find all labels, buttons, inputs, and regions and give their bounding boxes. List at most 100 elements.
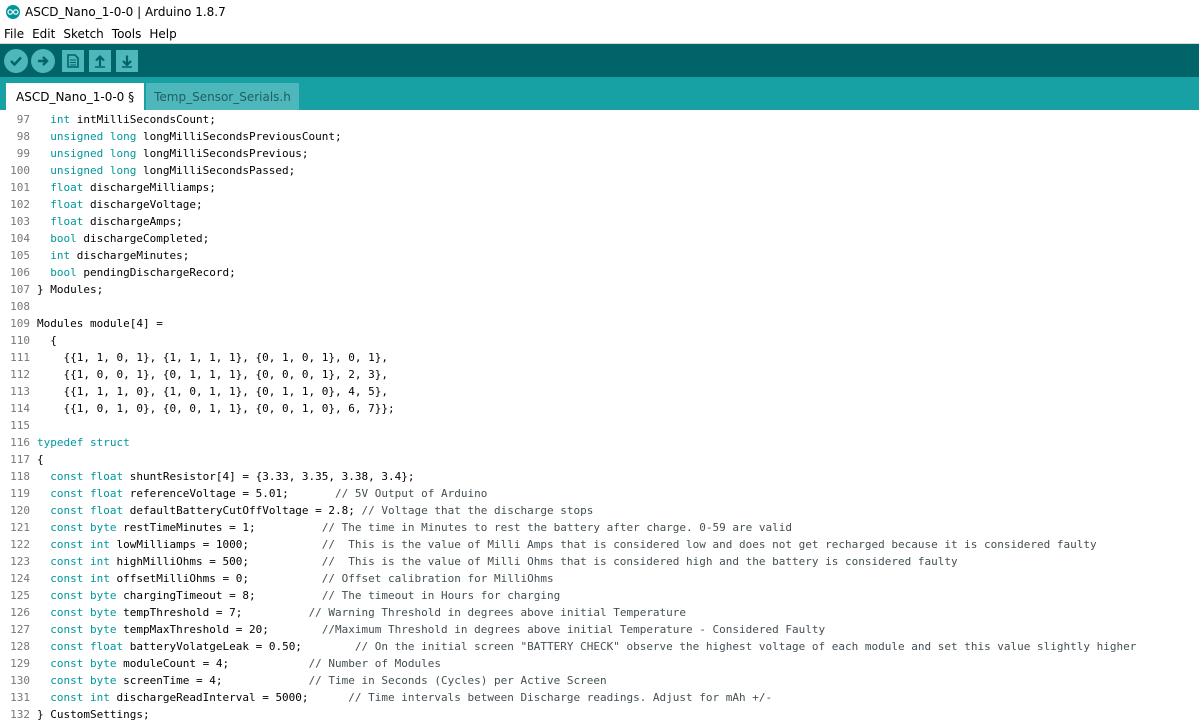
line-number: 101: [10, 181, 30, 194]
menu-tools[interactable]: Tools: [108, 27, 146, 41]
keyword: typedef: [37, 436, 84, 449]
code-line: 100 unsigned long longMilliSecondsPassed…: [0, 162, 1199, 179]
keyword: byte: [90, 606, 117, 619]
menu-bar: File Edit Sketch Tools Help: [0, 24, 1199, 44]
line-number: 124: [10, 572, 30, 585]
keyword: const: [50, 572, 84, 585]
code-line: 128 const float batteryVolatgeLeak = 0.5…: [0, 638, 1199, 655]
code-text: const int lowMilliamps = 1000; // This i…: [50, 538, 1097, 551]
keyword: float: [90, 504, 124, 517]
code-text: const float referenceVoltage = 5.01; // …: [50, 487, 488, 500]
code-text: {{1, 1, 1, 0}, {1, 0, 1, 1}, {0, 1, 1, 0…: [37, 385, 388, 398]
comment: // Time in Seconds (Cycles) per Active S…: [308, 674, 607, 687]
menu-help[interactable]: Help: [145, 27, 180, 41]
keyword: byte: [90, 623, 117, 636]
keyword: float: [50, 215, 84, 228]
line-number: 111: [10, 351, 30, 364]
code-line: 98 unsigned long longMilliSecondsPreviou…: [0, 128, 1199, 145]
line-number: 98: [16, 130, 30, 143]
code-text: const byte restTimeMinutes = 1; // The t…: [50, 521, 793, 534]
menu-sketch[interactable]: Sketch: [59, 27, 107, 41]
toolbar: [0, 44, 1199, 77]
code-text: int dischargeMinutes;: [50, 249, 190, 262]
title-bar: ASCD_Nano_1-0-0 | Arduino 1.8.7: [0, 0, 1199, 24]
open-button[interactable]: [89, 49, 111, 72]
line-number: 125: [10, 589, 30, 602]
code-text: typedef struct: [37, 436, 130, 449]
code-line: 118 const float shuntResistor[4] = {3.33…: [0, 468, 1199, 485]
comment: // This is the value of Milli Amps that …: [321, 538, 1097, 551]
code-line: 127 const byte tempMaxThreshold = 20; //…: [0, 621, 1199, 638]
code-line: 117 {: [0, 451, 1199, 468]
code-editor[interactable]: 97 int intMilliSecondsCount; 98 unsigned …: [0, 111, 1199, 726]
keyword: byte: [90, 521, 117, 534]
line-number: 118: [10, 470, 30, 483]
code-text: float dischargeAmps;: [50, 215, 183, 228]
keyword: const: [50, 606, 84, 619]
code-line: 108: [0, 298, 1199, 315]
tab-temp-sensor-serials[interactable]: Temp_Sensor_Serials.h: [146, 83, 299, 110]
line-number: 127: [10, 623, 30, 636]
keyword: int: [90, 572, 110, 585]
line-number: 121: [10, 521, 30, 534]
keyword: int: [90, 538, 110, 551]
code-line: 131 const int dischargeReadInterval = 50…: [0, 689, 1199, 706]
line-number: 126: [10, 606, 30, 619]
code-line: 102 float dischargeVoltage;: [0, 196, 1199, 213]
code-line: 106 bool pendingDischargeRecord;: [0, 264, 1199, 281]
keyword: bool: [50, 266, 77, 279]
line-number: 130: [10, 674, 30, 687]
keyword: byte: [90, 674, 117, 687]
keyword: const: [50, 555, 84, 568]
comment: // The timeout in Hours for charging: [321, 589, 561, 602]
keyword: const: [50, 691, 84, 704]
verify-button[interactable]: [4, 48, 28, 73]
code-text: float dischargeMilliamps;: [50, 181, 216, 194]
code-text: unsigned long longMilliSecondsPassed;: [50, 164, 296, 177]
line-number: 112: [10, 368, 30, 381]
code-line: 125 const byte chargingTimeout = 8; // T…: [0, 587, 1199, 604]
code-line: 122 const int lowMilliamps = 1000; // Th…: [0, 536, 1199, 553]
line-number: 104: [10, 232, 30, 245]
keyword: byte: [90, 657, 117, 670]
code-text: unsigned long longMilliSecondsPreviousCo…: [50, 130, 342, 143]
line-number: 119: [10, 487, 30, 500]
keyword: long: [109, 130, 137, 143]
keyword: float: [90, 470, 124, 483]
code-line: 101 float dischargeMilliamps;: [0, 179, 1199, 196]
keyword: int: [90, 555, 110, 568]
code-line: 132} CustomSettings;: [0, 706, 1199, 723]
line-number: 97: [16, 113, 30, 126]
code-text: const float batteryVolatgeLeak = 0.50; /…: [50, 640, 1137, 653]
line-number: 108: [10, 300, 30, 313]
comment: // 5V Output of Arduino: [335, 487, 488, 500]
new-button[interactable]: [62, 49, 84, 72]
keyword: bool: [50, 232, 77, 245]
keyword: int: [50, 249, 71, 262]
tab-bar: ASCD_Nano_1-0-0 § Temp_Sensor_Serials.h: [0, 77, 1199, 110]
code-text: {{1, 0, 1, 0}, {0, 0, 1, 1}, {0, 0, 1, 0…: [37, 402, 395, 415]
menu-file[interactable]: File: [0, 27, 28, 41]
line-number: 114: [10, 402, 30, 415]
code-text: {{1, 0, 0, 1}, {0, 1, 1, 1}, {0, 0, 0, 1…: [37, 368, 388, 381]
keyword: int: [50, 113, 71, 126]
keyword: float: [50, 181, 84, 194]
keyword: const: [50, 504, 84, 517]
code-text: const int highMilliOhms = 500; // This i…: [50, 555, 958, 568]
code-text: const byte chargingTimeout = 8; // The t…: [50, 589, 561, 602]
menu-edit[interactable]: Edit: [28, 27, 59, 41]
keyword: const: [50, 589, 84, 602]
save-button[interactable]: [116, 49, 138, 72]
line-number: 103: [10, 215, 30, 228]
arrow-down-icon: [122, 55, 132, 68]
code-line: 110 {: [0, 332, 1199, 349]
upload-button[interactable]: [31, 48, 55, 73]
code-text: {{1, 1, 0, 1}, {1, 1, 1, 1}, {0, 1, 0, 1…: [37, 351, 388, 364]
tab-ascd-nano[interactable]: ASCD_Nano_1-0-0 §: [6, 83, 145, 110]
document-icon: [67, 53, 79, 68]
keyword: float: [90, 487, 124, 500]
code-line: 103 float dischargeAmps;: [0, 213, 1199, 230]
line-number: 123: [10, 555, 30, 568]
line-number: 102: [10, 198, 30, 211]
line-number: 116: [10, 436, 30, 449]
